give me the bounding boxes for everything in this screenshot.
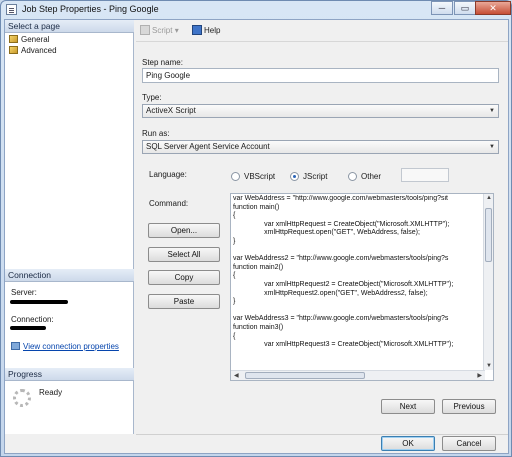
script-label: Script — [152, 26, 173, 35]
progress-spinner-icon — [13, 389, 31, 407]
scroll-down-icon[interactable]: ▼ — [486, 363, 492, 369]
link-label: View connection properties — [23, 342, 119, 351]
toolbar: Script ▾ Help — [136, 20, 508, 42]
radio-label: VBScript — [244, 172, 276, 181]
help-icon — [192, 25, 202, 35]
chevron-down-icon: ▼ — [489, 108, 495, 114]
window-icon — [6, 4, 17, 15]
title-bar: Job Step Properties - Ping Google ─ ▭ ✕ — [1, 1, 511, 19]
script-icon — [140, 25, 150, 35]
language-label: Language: — [149, 170, 187, 179]
page-icon — [9, 46, 18, 54]
radio-indicator-selected — [290, 172, 299, 181]
horizontal-scroll-thumb[interactable] — [245, 372, 365, 379]
maximize-button[interactable]: ▭ — [454, 1, 476, 15]
connection-label: Connection: — [11, 315, 54, 324]
window-title: Job Step Properties - Ping Google — [22, 4, 159, 14]
connection-properties-icon — [11, 342, 20, 350]
progress-header: Progress — [5, 368, 134, 381]
run-as-select-value: SQL Server Agent Service Account — [146, 142, 270, 151]
select-all-button[interactable]: Select All — [148, 247, 220, 262]
cancel-button[interactable]: Cancel — [442, 436, 496, 451]
connection-redaction — [10, 326, 46, 330]
command-text[interactable]: var WebAddress = "http://www.google.com/… — [233, 195, 483, 370]
vertical-scroll-thumb[interactable] — [485, 208, 492, 262]
page-item-label: Advanced — [21, 46, 57, 55]
step-name-input[interactable]: Ping Google — [142, 68, 499, 83]
left-panel: Select a page General Advanced Connectio… — [5, 20, 134, 434]
radio-jscript[interactable]: JScript — [290, 172, 327, 181]
previous-button[interactable]: Previous — [442, 399, 496, 414]
server-label: Server: — [11, 288, 37, 297]
scroll-up-icon[interactable]: ▲ — [486, 195, 492, 201]
ok-button[interactable]: OK — [381, 436, 435, 451]
footer-separator — [136, 434, 508, 435]
type-label: Type: — [142, 93, 162, 102]
dialog-client: Select a page General Advanced Connectio… — [4, 19, 509, 454]
other-language-input[interactable] — [401, 168, 449, 182]
connection-header: Connection — [5, 269, 134, 282]
command-editor[interactable]: var WebAddress = "http://www.google.com/… — [230, 193, 494, 381]
open-button[interactable]: Open... — [148, 223, 220, 238]
scroll-left-icon[interactable]: ◀ — [234, 372, 239, 379]
step-name-label: Step name: — [142, 58, 183, 67]
script-dropdown-icon: ▾ — [174, 26, 179, 35]
radio-indicator — [231, 172, 240, 181]
horizontal-scrollbar[interactable]: ◀ ▶ — [231, 370, 485, 380]
radio-label: JScript — [303, 172, 328, 181]
help-button[interactable]: Help — [192, 25, 220, 35]
paste-button[interactable]: Paste — [148, 294, 220, 309]
run-as-select[interactable]: SQL Server Agent Service Account ▼ — [142, 140, 499, 154]
dialog-window: Job Step Properties - Ping Google ─ ▭ ✕ … — [0, 0, 512, 457]
type-select-value: ActiveX Script — [146, 106, 196, 115]
command-label: Command: — [149, 199, 189, 208]
help-label: Help — [204, 26, 221, 35]
minimize-button[interactable]: ─ — [431, 1, 453, 15]
page-icon — [9, 35, 18, 43]
scroll-right-icon[interactable]: ▶ — [477, 372, 482, 379]
radio-vbscript[interactable]: VBScript — [231, 172, 275, 181]
server-redaction — [10, 300, 68, 304]
run-as-label: Run as: — [142, 129, 170, 138]
page-item-general[interactable]: General — [9, 35, 49, 44]
progress-status: Ready — [39, 388, 63, 397]
type-select[interactable]: ActiveX Script ▼ — [142, 104, 499, 118]
close-button[interactable]: ✕ — [475, 1, 511, 15]
radio-indicator — [348, 172, 357, 181]
page-item-advanced[interactable]: Advanced — [9, 46, 57, 55]
next-button[interactable]: Next — [381, 399, 435, 414]
vertical-scrollbar[interactable]: ▲ ▼ — [483, 194, 493, 370]
page-item-label: General — [21, 35, 50, 44]
view-connection-properties-link[interactable]: View connection properties — [11, 342, 119, 351]
copy-button[interactable]: Copy — [148, 270, 220, 285]
radio-other[interactable]: Other — [348, 172, 381, 181]
radio-label: Other — [361, 172, 382, 181]
chevron-down-icon: ▼ — [489, 144, 495, 150]
script-button[interactable]: Script ▾ — [140, 25, 179, 35]
select-page-header: Select a page — [5, 20, 134, 33]
